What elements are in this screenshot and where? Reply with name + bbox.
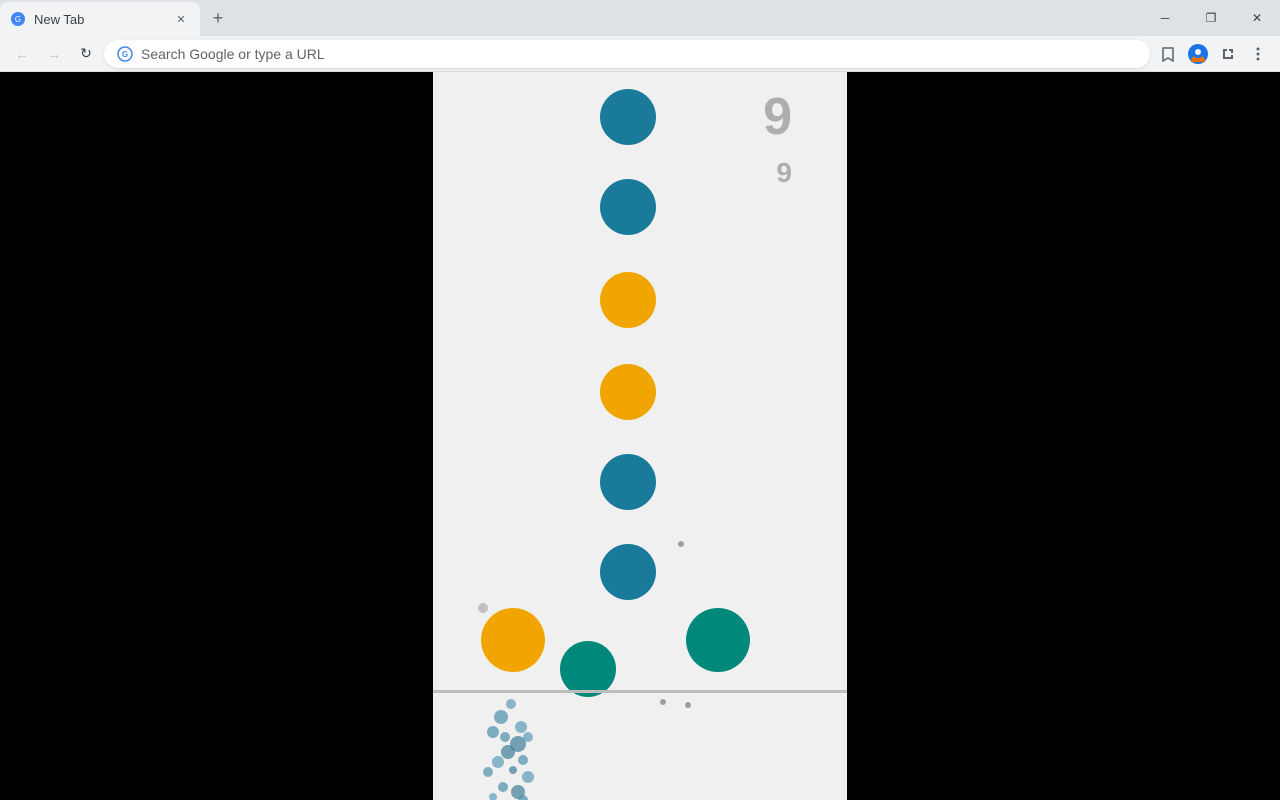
profile-button[interactable] (1184, 40, 1212, 68)
explosion-dot (518, 755, 528, 765)
tab-bar: G New Tab ✕ + ─ ❐ ✕ (0, 0, 1280, 36)
menu-button[interactable] (1244, 40, 1272, 68)
score-current: 9 (763, 87, 792, 147)
tab-title: New Tab (34, 12, 164, 27)
browser-frame: G New Tab ✕ + ─ ❐ ✕ ← → ↻ G Search Googl… (0, 0, 1280, 800)
explosion-dot (509, 766, 517, 774)
game-ball (600, 544, 656, 600)
address-bar: ← → ↻ G Search Google or type a URL (0, 36, 1280, 72)
extensions-button[interactable] (1214, 40, 1242, 68)
trajectory-dot (660, 699, 666, 705)
explosion-dot (498, 782, 508, 792)
url-bar[interactable]: G Search Google or type a URL (104, 40, 1150, 68)
game-ball (481, 608, 545, 672)
right-background (847, 72, 1280, 800)
svg-text:G: G (122, 50, 128, 59)
explosion-dot (515, 721, 527, 733)
maximize-button[interactable]: ❐ (1188, 2, 1234, 34)
divider-line (433, 690, 847, 693)
reload-button[interactable]: ↻ (72, 40, 100, 68)
explosion-dot (518, 795, 528, 800)
trajectory-dot (685, 702, 691, 708)
game-ball (600, 179, 656, 235)
explosion-dot (506, 699, 516, 709)
game-area[interactable]: 9 9 (433, 72, 847, 800)
game-ball (600, 364, 656, 420)
minimize-button[interactable]: ─ (1142, 2, 1188, 34)
game-ball (560, 641, 616, 697)
window-controls: ─ ❐ ✕ (1142, 2, 1280, 34)
content-area: 9 9 (0, 72, 1280, 800)
browser-tab[interactable]: G New Tab ✕ (0, 2, 200, 36)
back-button[interactable]: ← (8, 40, 36, 68)
explosion-dot (489, 793, 497, 800)
bookmark-button[interactable] (1154, 40, 1182, 68)
game-ball (600, 272, 656, 328)
explosion-dot (522, 771, 534, 783)
waiting-ball (478, 603, 488, 613)
google-icon: G (117, 46, 133, 62)
explosion-dot (500, 732, 510, 742)
tab-favicon: G (10, 11, 26, 27)
explosion-dot (492, 756, 504, 768)
game-ball (600, 89, 656, 145)
tab-close-button[interactable]: ✕ (172, 10, 190, 28)
explosion-dot (487, 726, 499, 738)
close-button[interactable]: ✕ (1234, 2, 1280, 34)
toolbar-icons (1154, 40, 1272, 68)
svg-text:G: G (15, 15, 21, 24)
explosion-dot (483, 767, 493, 777)
explosion-dot (523, 732, 533, 742)
trajectory-dot (678, 541, 684, 547)
score-best: 9 (776, 157, 792, 189)
explosion-dot (501, 745, 515, 759)
url-text: Search Google or type a URL (141, 46, 1137, 62)
game-ball (600, 454, 656, 510)
explosion-dot (494, 710, 508, 724)
game-ball (686, 608, 750, 672)
new-tab-button[interactable]: + (204, 4, 232, 32)
forward-button[interactable]: → (40, 40, 68, 68)
left-background (0, 72, 433, 800)
